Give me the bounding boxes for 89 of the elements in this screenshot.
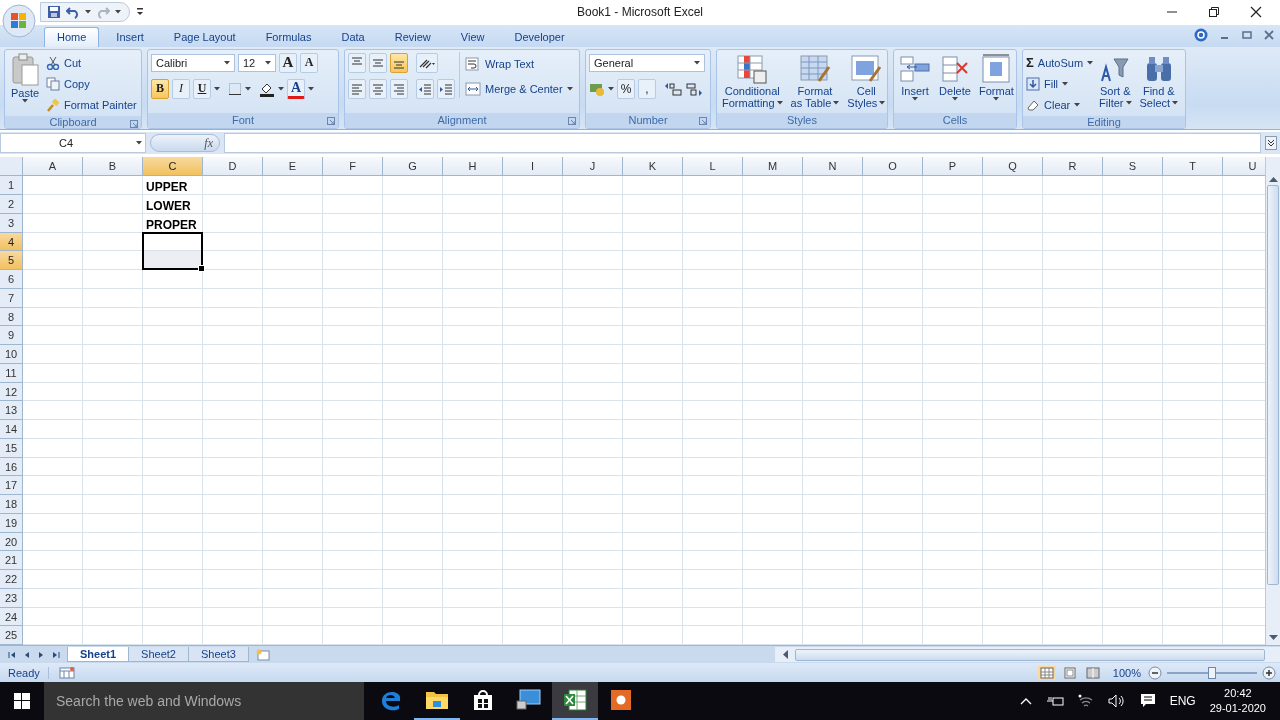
row-header[interactable]: 9 bbox=[0, 326, 23, 346]
percent-button[interactable]: % bbox=[617, 78, 635, 99]
font-name-field[interactable]: Calibri bbox=[151, 53, 235, 72]
grow-font-button[interactable]: A bbox=[279, 52, 297, 73]
column-header[interactable]: S bbox=[1103, 157, 1163, 177]
column-header[interactable]: U bbox=[1223, 157, 1265, 177]
ribbon-tab[interactable]: Home bbox=[44, 26, 100, 47]
search-field[interactable]: Search the web and Windows bbox=[44, 682, 364, 720]
column-header[interactable]: C bbox=[143, 157, 203, 177]
row-header[interactable]: 14 bbox=[0, 420, 23, 439]
row-header[interactable]: 1 bbox=[0, 176, 23, 196]
clock-time: 20:42 bbox=[1224, 686, 1252, 701]
number-format-field[interactable]: General bbox=[589, 53, 705, 72]
comma-button[interactable]: , bbox=[638, 78, 656, 99]
language-indicator[interactable]: ENG bbox=[1169, 694, 1196, 708]
cells-button[interactable]: Insert bbox=[897, 51, 933, 102]
copy-button[interactable]: Copy bbox=[46, 74, 137, 93]
styles-button[interactable]: Format as Table bbox=[788, 51, 842, 110]
column-header[interactable]: H bbox=[443, 157, 503, 177]
column-header[interactable]: N bbox=[803, 157, 863, 177]
group-label: Number bbox=[628, 114, 668, 127]
underline-button[interactable]: U bbox=[193, 78, 211, 99]
column-header[interactable]: L bbox=[683, 157, 743, 177]
group-label: Clipboard bbox=[49, 115, 97, 128]
column-header[interactable]: I bbox=[503, 157, 563, 177]
group-label: Editing bbox=[1087, 115, 1121, 128]
name-box[interactable]: C4 bbox=[0, 133, 146, 154]
row-header[interactable]: 17 bbox=[0, 476, 23, 496]
column-header[interactable]: J bbox=[563, 157, 623, 177]
styles-button[interactable]: Conditional Formatting bbox=[720, 51, 785, 110]
wrap-text-button[interactable]: Wrap Text bbox=[465, 54, 573, 73]
editing-button[interactable]: Sort & Filter bbox=[1097, 51, 1134, 110]
merge-center-button[interactable]: Merge & Center bbox=[465, 79, 573, 98]
column-header[interactable]: B bbox=[83, 157, 143, 177]
row-header[interactable]: 21 bbox=[0, 551, 23, 571]
group-label: Styles bbox=[787, 114, 817, 127]
sheet-tab[interactable]: Sheet3 bbox=[187, 647, 249, 663]
bold-button[interactable]: B bbox=[151, 78, 169, 99]
column-header[interactable]: T bbox=[1163, 157, 1223, 177]
column-header[interactable]: G bbox=[383, 157, 443, 177]
window-title: Book1 - Microsoft Excel bbox=[576, 5, 703, 20]
ribbon-tab[interactable]: Data bbox=[328, 26, 378, 47]
column-header[interactable]: Q bbox=[983, 157, 1043, 177]
ribbon-tab[interactable]: Formulas bbox=[252, 26, 325, 47]
sheet-tab[interactable]: Sheet1 bbox=[67, 647, 130, 663]
column-header[interactable]: P bbox=[923, 157, 983, 177]
sheet-tab[interactable]: Sheet2 bbox=[128, 647, 189, 663]
ribbon-tab[interactable]: Page Layout bbox=[160, 26, 249, 47]
clock-date: 29-01-2020 bbox=[1209, 701, 1266, 716]
paste-button[interactable]: Paste bbox=[8, 51, 42, 104]
cells-button[interactable]: Delete bbox=[937, 51, 973, 102]
row-header[interactable]: 25 bbox=[0, 626, 23, 646]
ribbon-tab[interactable]: Insert bbox=[103, 26, 157, 47]
format-painter-button[interactable]: Format Painter bbox=[46, 95, 137, 114]
group-label: Cells bbox=[942, 114, 968, 127]
column-header[interactable]: M bbox=[743, 157, 803, 177]
row-header[interactable]: 2 bbox=[0, 195, 23, 214]
zoom-level[interactable]: 100% bbox=[1112, 666, 1141, 679]
column-header[interactable]: R bbox=[1043, 157, 1103, 177]
insert-function-button[interactable]: fx bbox=[150, 134, 220, 153]
ribbon-tab[interactable]: Review bbox=[381, 26, 444, 47]
ribbon-tab[interactable]: View bbox=[447, 26, 498, 47]
cut-button[interactable]: Cut bbox=[46, 53, 137, 72]
row-header[interactable]: 18 bbox=[0, 495, 23, 514]
column-header[interactable]: A bbox=[23, 157, 83, 177]
font-size-field[interactable]: 12 bbox=[238, 53, 276, 72]
font-color-button[interactable]: A bbox=[287, 78, 305, 99]
italic-button[interactable]: I bbox=[172, 78, 190, 99]
column-header[interactable]: D bbox=[203, 157, 263, 177]
row-header[interactable]: 10 bbox=[0, 345, 23, 364]
editing-button[interactable]: Find & Select bbox=[1137, 51, 1181, 110]
cells-button[interactable]: Format bbox=[977, 51, 1016, 102]
row-header[interactable]: 13 bbox=[0, 401, 23, 421]
column-header[interactable]: E bbox=[263, 157, 323, 177]
group-label: Font bbox=[232, 114, 254, 127]
fill-button[interactable]: Fill bbox=[1026, 74, 1094, 93]
shrink-font-button[interactable]: A bbox=[300, 52, 318, 73]
row-header[interactable]: 5 bbox=[0, 251, 23, 271]
column-header[interactable]: F bbox=[323, 157, 383, 177]
clear-button[interactable]: Clear bbox=[1026, 95, 1094, 114]
column-header[interactable]: K bbox=[623, 157, 683, 177]
group-label: Alignment bbox=[437, 114, 487, 127]
ribbon-tab[interactable]: Developer bbox=[501, 26, 578, 47]
row-header[interactable]: 6 bbox=[0, 270, 23, 289]
row-header[interactable]: 22 bbox=[0, 570, 23, 589]
status-text: Ready bbox=[0, 666, 49, 679]
styles-button[interactable]: Cell Styles bbox=[845, 51, 887, 110]
column-header[interactable]: O bbox=[863, 157, 923, 177]
autosum-button[interactable]: Σ AutoSum bbox=[1026, 53, 1094, 72]
